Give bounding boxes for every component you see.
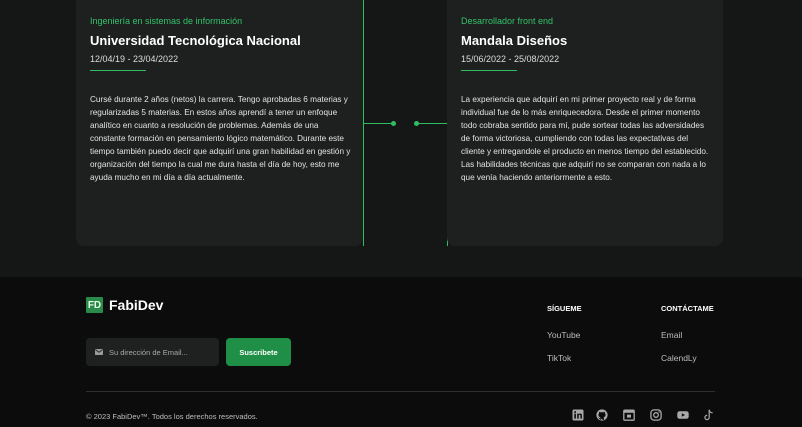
footer-divider [86,391,715,392]
follow-heading: SÍGUEME [547,304,582,313]
email-input[interactable] [109,347,214,357]
newsletter-form [86,338,219,366]
timeline-dot-right [414,121,419,126]
card-title: Mandala Diseños [461,33,568,48]
timeline-connector-left [364,123,394,124]
card-date: 15/06/2022 - 25/08/2022 [461,54,560,64]
education-card: Ingeniería en sistemas de información Un… [76,0,363,246]
copyright-text: © 2023 FabiDev™. Todos los derechos rese… [86,412,258,421]
tiktok-link[interactable]: TikTok [547,353,571,363]
card-description: La experiencia que adquirí en mi primer … [461,95,709,182]
card-title: Universidad Tecnológica Nacional [90,33,301,48]
subscribe-button[interactable]: Suscribete [226,338,291,366]
youtube-link[interactable]: YouTube [547,330,580,340]
email-link[interactable]: Email [661,330,682,340]
timeline-dot-left [391,121,396,126]
card-underline [90,70,146,71]
timeline-connector-right [416,123,447,124]
calendar-icon[interactable] [623,409,635,421]
card-underline [461,70,517,71]
linkedin-icon[interactable] [572,409,584,421]
tiktok-icon[interactable] [703,409,715,421]
instagram-icon[interactable] [650,409,662,421]
contact-heading: CONTÁCTAME [661,304,714,313]
brand-logo: FD [86,297,103,313]
brand-name: FabiDev [109,297,164,313]
card-date: 12/04/19 - 23/04/2022 [90,54,179,64]
card-tag: Ingeniería en sistemas de información [90,16,243,26]
card-tag: Desarrollador front end [461,16,554,26]
calendly-link[interactable]: CalendLy [661,353,697,363]
site-footer: FD FabiDev Suscribete SÍGUEME YouTube Ti… [0,277,802,427]
github-icon[interactable] [596,409,608,421]
brand[interactable]: FD FabiDev [86,297,163,313]
youtube-icon[interactable] [677,409,689,421]
card-description: Cursé durante 2 años (netos) la carrera.… [90,95,351,182]
experience-card: Desarrollador front end Mandala Diseños … [447,0,723,246]
mail-icon [95,349,103,355]
